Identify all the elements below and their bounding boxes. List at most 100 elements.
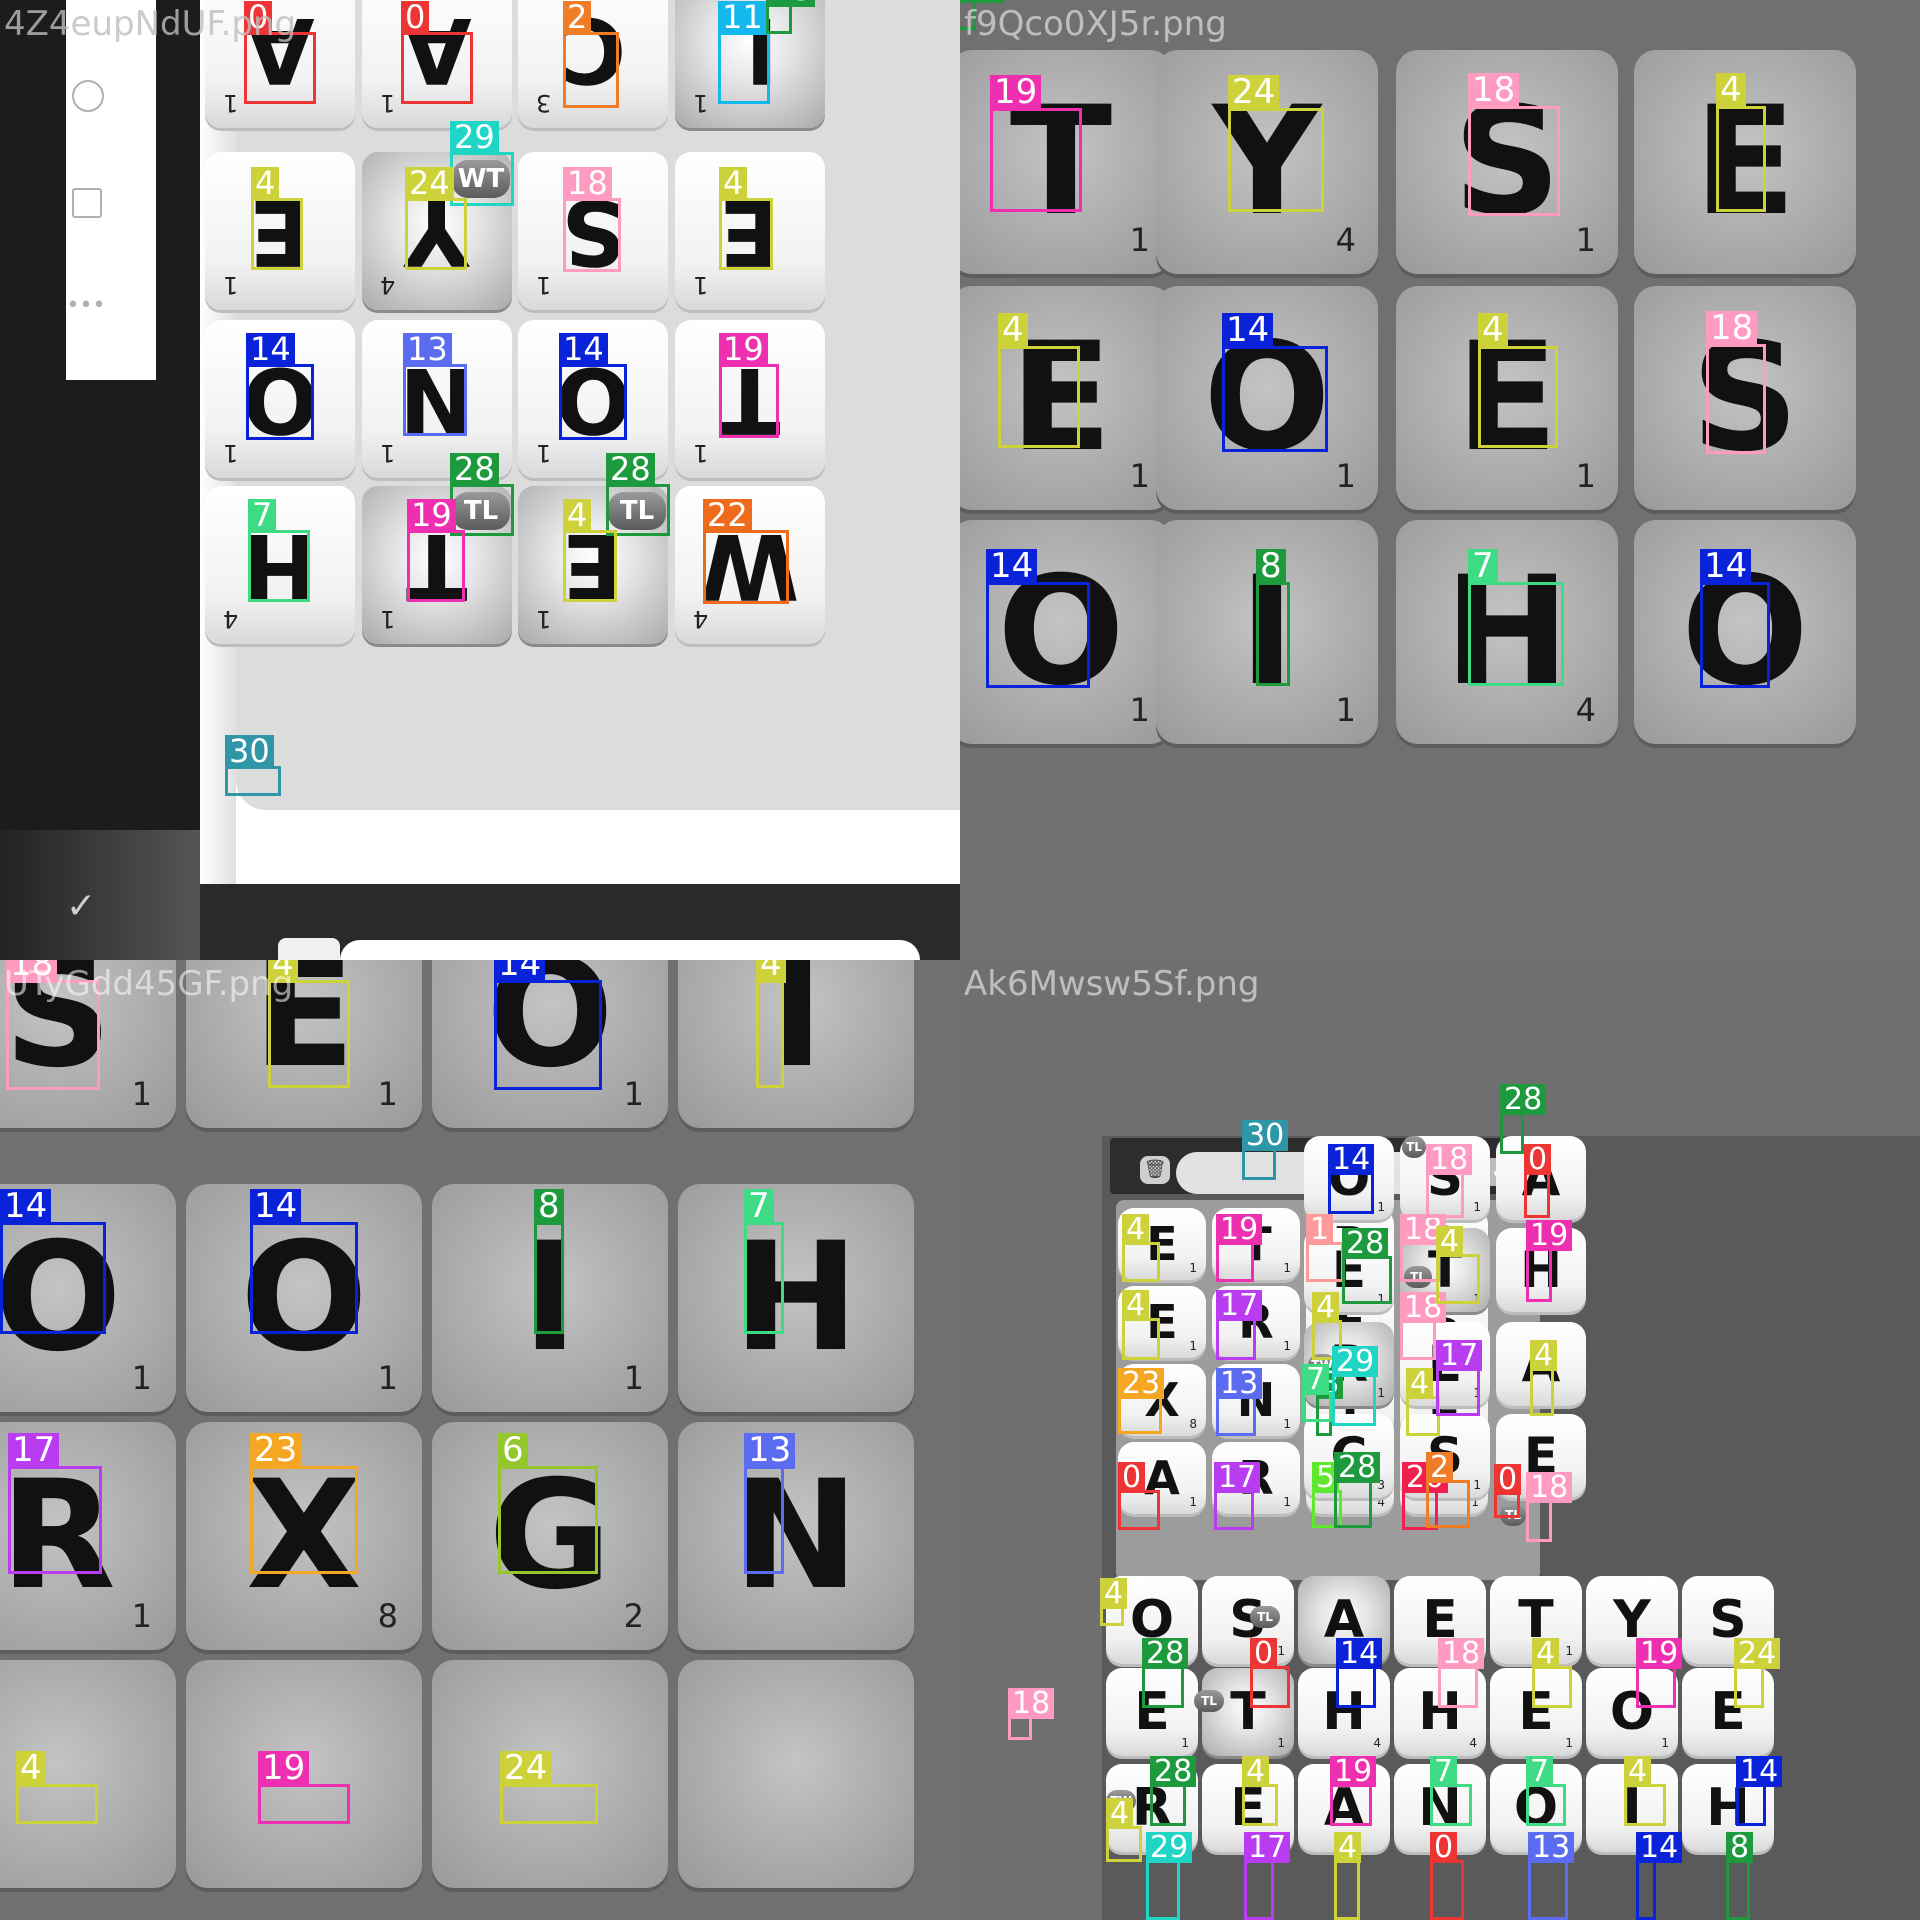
filename-label: Ak6Mwsw5Sf.png <box>964 964 1260 1004</box>
detection-box: 4 <box>1532 1637 1572 1708</box>
detection-box: 17 <box>1214 1461 1261 1530</box>
filename-label: UTyGdd45GF.png <box>4 964 294 1004</box>
detection-box: 18 <box>1438 1637 1485 1708</box>
detection-label: 28 <box>960 0 1004 3</box>
detection-box: 14 <box>1222 313 1328 452</box>
detection-box: 24 <box>405 167 467 270</box>
tile-points: 1 <box>223 89 239 117</box>
detection-box: 13 <box>403 333 467 436</box>
detection-label: 4 <box>1406 1367 1434 1399</box>
tile-points: 2 <box>623 1597 644 1635</box>
tile-points: 1 <box>1473 1200 1481 1214</box>
more-icon[interactable]: ••• <box>66 295 106 317</box>
trash-button[interactable]: 🗑 <box>1140 1156 1170 1184</box>
detection-label: 7 <box>744 1189 774 1225</box>
detection-label: 29 <box>450 121 499 155</box>
detection-label: 19 <box>1330 1755 1377 1787</box>
tile-points: 1 <box>223 439 239 467</box>
detection-label: 19 <box>407 499 456 533</box>
detection-box: 28 <box>766 0 815 34</box>
tile-points: 1 <box>131 1597 152 1635</box>
tile-points: 1 <box>1335 691 1356 729</box>
detection-box: 23 <box>1118 1367 1165 1434</box>
letter-tile[interactable]: H <box>678 1184 914 1412</box>
tile-points: 1 <box>131 1075 152 1113</box>
detection-label: 8 <box>1726 1831 1754 1863</box>
detection-box: 18 <box>1400 1213 1447 1282</box>
tile-points: 1 <box>1129 221 1150 259</box>
detection-box: 14 <box>0 1189 106 1334</box>
tile-points: 1 <box>1283 1339 1291 1353</box>
detection-box: 18 <box>563 167 621 272</box>
detection-box: 19 <box>258 1751 350 1824</box>
letter-tile[interactable] <box>678 1660 914 1888</box>
tile-points: 4 <box>380 271 396 299</box>
detection-box: 4 <box>1242 1755 1278 1826</box>
tile-points: 1 <box>536 271 552 299</box>
detection-box: 8 <box>1256 549 1290 686</box>
detection-box: 6 <box>498 1433 598 1574</box>
detection-box: 19 <box>407 499 465 602</box>
letter-tile[interactable]: N <box>678 1422 914 1650</box>
detection-box: 4 <box>1122 1289 1160 1360</box>
detection-box: 4 <box>1716 73 1766 212</box>
detection-box: 14 <box>559 333 627 440</box>
detection-label: 14 <box>1700 549 1752 585</box>
tile-points: 1 <box>693 89 709 117</box>
detection-label: 4 <box>1100 1577 1128 1609</box>
detection-box: 14 <box>1700 549 1770 688</box>
tile-points: 1 <box>1565 1644 1573 1658</box>
detection-label: 4 <box>16 1751 46 1787</box>
input-field[interactable] <box>340 940 920 960</box>
tile-points: 1 <box>380 439 396 467</box>
tile-letter: S <box>1229 1590 1267 1650</box>
detection-box: 11 <box>718 1 770 104</box>
tile-points: 1 <box>1377 1386 1385 1400</box>
detection-box: 14 <box>494 960 602 1090</box>
detection-label: 24 <box>1228 75 1280 111</box>
detection-label: 18 <box>1008 1687 1055 1719</box>
detection-box: 0 <box>1118 1461 1160 1530</box>
detection-box: 24 <box>1734 1637 1781 1708</box>
detection-box: 29 <box>1146 1831 1193 1920</box>
trash-button[interactable] <box>278 938 340 960</box>
tile-letter: N <box>733 1449 859 1623</box>
letter-tile[interactable]: I <box>678 960 914 1128</box>
circle-icon[interactable] <box>72 80 104 112</box>
detection-box: 17 <box>1244 1831 1291 1920</box>
detection-box: 18 <box>1426 1143 1473 1218</box>
letter-tile[interactable]: S1 <box>1202 1576 1294 1664</box>
tile-letter: I <box>768 960 824 1101</box>
detection-label: 4 <box>1312 1291 1340 1323</box>
detection-label: 28 <box>1150 1755 1197 1787</box>
detection-box: 30 <box>225 735 281 796</box>
detection-box: 18 <box>1400 1291 1447 1360</box>
detection-box: 29 <box>1332 1345 1379 1426</box>
tile-points: 1 <box>1575 457 1596 495</box>
detection-box: 23 <box>250 1433 358 1574</box>
detection-label: 28 <box>450 453 499 487</box>
detection-label: 17 <box>1216 1289 1263 1321</box>
tile-points: 1 <box>1277 1644 1285 1658</box>
detection-label: 14 <box>1736 1755 1783 1787</box>
tile-points: 1 <box>623 1359 644 1397</box>
detection-label: 19 <box>1636 1637 1683 1669</box>
detection-label: 14 <box>0 1189 52 1225</box>
detection-label: 4 <box>563 499 592 533</box>
detection-label: 18 <box>1706 311 1758 347</box>
detection-box: 4 <box>1100 1577 1128 1626</box>
check-icon[interactable]: ✓ <box>66 886 116 927</box>
detection-box: 7 <box>248 499 310 602</box>
tile-letter: H <box>733 1211 859 1385</box>
detection-label: 4 <box>1478 313 1508 349</box>
detection-box: 28 <box>606 453 670 536</box>
detection-label: 4 <box>998 313 1028 349</box>
square-icon[interactable] <box>72 188 102 218</box>
detection-box: 14 <box>246 333 314 440</box>
tile-points: 1 <box>377 1075 398 1113</box>
tile-points: 1 <box>1283 1261 1291 1275</box>
detection-label: 17 <box>1244 1831 1291 1863</box>
detection-label: 18 <box>1426 1143 1473 1175</box>
detection-label: 28 <box>1342 1227 1389 1259</box>
detection-label: 7 <box>1430 1755 1458 1787</box>
